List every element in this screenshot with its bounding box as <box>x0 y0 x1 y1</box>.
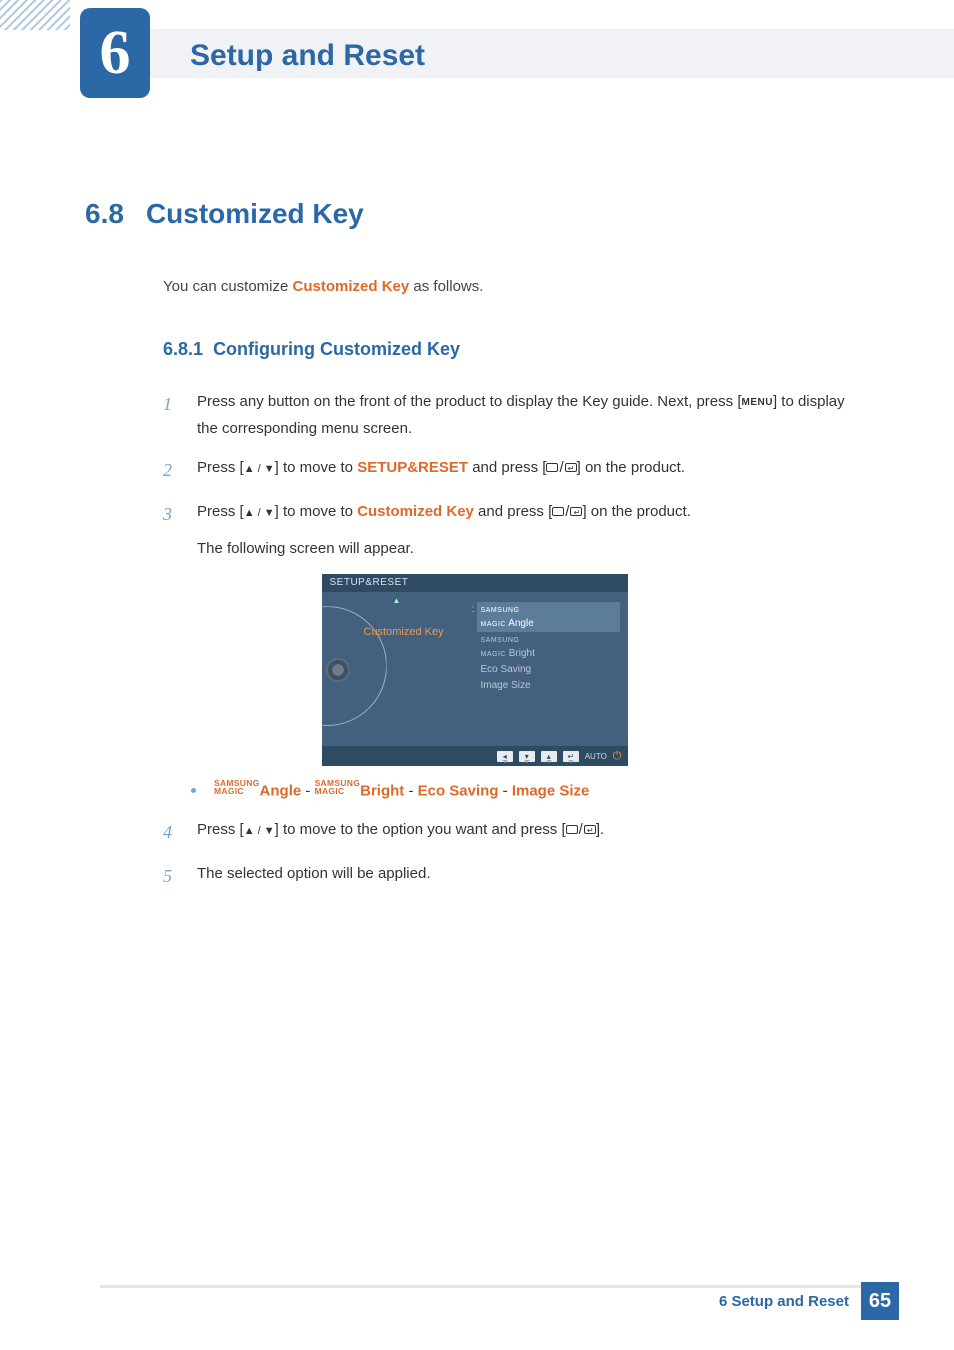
step-body: Press [▲ / ▼] to move to Customized Key … <box>197 498 864 562</box>
osd-colon: : <box>472 604 475 615</box>
subsection-title: Configuring Customized Key <box>213 339 460 359</box>
separator: - <box>301 783 314 800</box>
step-text: ] to move to <box>275 459 358 476</box>
step-body: The selected option will be applied. <box>197 860 864 892</box>
step-number: 2 <box>163 454 179 486</box>
osd-option-label: Angle <box>508 618 534 629</box>
step-highlight: SETUP&RESET <box>357 459 468 476</box>
osd-panel: SETUP&RESET ▲ Customized Key : SAMSUNGMA… <box>322 574 628 766</box>
intro-paragraph: You can customize Customized Key as foll… <box>163 278 864 295</box>
steps-list-continued: 4 Press [▲ / ▼] to move to the option yo… <box>163 816 864 893</box>
step-number: 3 <box>163 498 179 562</box>
step-1: 1 Press any button on the front of the p… <box>163 388 864 442</box>
osd-options-list: SAMSUNGMAGIC Angle SAMSUNGMAGIC Bright E… <box>477 602 620 694</box>
step-4: 4 Press [▲ / ▼] to move to the option yo… <box>163 816 864 848</box>
step-body: Press [▲ / ▼] to move to the option you … <box>197 816 864 848</box>
osd-down-key-icon: ▾ <box>519 751 535 762</box>
step-body: Press any button on the front of the pro… <box>197 388 864 442</box>
step-text: ] to move to the option you want and pre… <box>275 821 566 838</box>
step-text: ] on the product. <box>577 459 685 476</box>
bullet-icon <box>191 788 196 793</box>
separator: - <box>404 783 417 800</box>
subsection-number: 6.8.1 <box>163 339 203 359</box>
step-text: Press [ <box>197 503 244 520</box>
step-highlight: Customized Key <box>357 503 474 520</box>
step-text: Press [ <box>197 821 244 838</box>
steps-list: 1 Press any button on the front of the p… <box>163 388 864 562</box>
osd-arc-decoration <box>267 606 387 726</box>
options-bullet-line: SAMSUNGMAGICAngle - SAMSUNGMAGICBright -… <box>191 780 864 800</box>
step-text: ]. <box>596 821 604 838</box>
osd-enter-key-icon: ↵ <box>563 751 579 762</box>
option-image-size: Image Size <box>512 783 590 800</box>
up-down-arrows-icon: ▲ / ▼ <box>244 460 275 480</box>
section-number: 6.8 <box>85 198 124 229</box>
osd-option-label: Bright <box>509 648 535 659</box>
chapter-badge: 6 <box>80 8 150 98</box>
intro-prefix: You can customize <box>163 278 293 295</box>
up-down-arrows-icon: ▲ / ▼ <box>244 504 275 524</box>
osd-option: SAMSUNGMAGIC Bright <box>477 632 620 662</box>
chevron-up-icon: ▲ <box>322 596 472 605</box>
source-enter-icon: / <box>552 498 582 525</box>
step-3: 3 Press [▲ / ▼] to move to Customized Ke… <box>163 498 864 562</box>
option-angle: Angle <box>260 783 302 800</box>
header-hatch-decoration <box>0 0 70 30</box>
chapter-number: 6 <box>100 18 131 89</box>
step-text: and press [ <box>474 503 552 520</box>
page-content: 6.8 Customized Key You can customize Cust… <box>0 78 954 893</box>
gear-icon <box>328 660 348 680</box>
osd-option-selected: SAMSUNGMAGIC Angle <box>477 602 620 632</box>
magic-prefix: SAMSUNGMAGIC <box>315 780 361 795</box>
osd-footer-bar: ◂ ▾ ▴ ↵ AUTO ⏻ <box>322 746 628 766</box>
option-bright: Bright <box>360 783 404 800</box>
step-text: ] on the product. <box>582 503 690 520</box>
step-body: Press [▲ / ▼] to move to SETUP&RESET and… <box>197 454 864 486</box>
osd-back-key-icon: ◂ <box>497 751 513 762</box>
step-number: 5 <box>163 860 179 892</box>
step-2: 2 Press [▲ / ▼] to move to SETUP&RESET a… <box>163 454 864 486</box>
step-text: Press any button on the front of the pro… <box>197 393 741 410</box>
osd-left-pane: ▲ Customized Key <box>322 592 472 746</box>
step-text: Press [ <box>197 459 244 476</box>
osd-menu-item: Customized Key <box>364 626 444 638</box>
osd-title: SETUP&RESET <box>322 574 628 592</box>
intro-suffix: as follows. <box>409 278 483 295</box>
subsection-heading: 6.8.1 Configuring Customized Key <box>163 339 864 360</box>
step-5: 5 The selected option will be applied. <box>163 860 864 892</box>
footer-chapter-label: 6 Setup and Reset <box>719 1293 849 1310</box>
step-follow-text: The following screen will appear. <box>197 535 864 562</box>
section-heading: 6.8 Customized Key <box>85 198 864 230</box>
chapter-title: Setup and Reset <box>190 39 425 73</box>
option-eco-saving: Eco Saving <box>418 783 499 800</box>
intro-highlight: Customized Key <box>293 278 410 295</box>
source-enter-icon: / <box>566 816 596 843</box>
menu-button-label: MENU <box>741 394 772 412</box>
options-text: SAMSUNGMAGICAngle - SAMSUNGMAGICBright -… <box>214 780 589 800</box>
page-number: 65 <box>861 1282 899 1320</box>
step-text: and press [ <box>468 459 546 476</box>
power-icon: ⏻ <box>613 750 622 763</box>
page-header: 6 Setup and Reset <box>0 0 954 78</box>
osd-option: Image Size <box>477 678 620 694</box>
osd-auto-label: AUTO <box>585 752 607 761</box>
step-number: 4 <box>163 816 179 848</box>
section-title-text: Customized Key <box>146 198 364 229</box>
source-enter-icon: / <box>546 454 576 481</box>
osd-screenshot: SETUP&RESET ▲ Customized Key : SAMSUNGMA… <box>85 574 864 766</box>
page-footer: 6 Setup and Reset 65 <box>719 1282 899 1320</box>
magic-prefix: SAMSUNGMAGIC <box>214 780 260 795</box>
separator: - <box>498 783 511 800</box>
up-down-arrows-icon: ▲ / ▼ <box>244 822 275 842</box>
step-number: 1 <box>163 388 179 442</box>
step-text: ] to move to <box>275 503 358 520</box>
osd-up-key-icon: ▴ <box>541 751 557 762</box>
osd-option: Eco Saving <box>477 662 620 678</box>
